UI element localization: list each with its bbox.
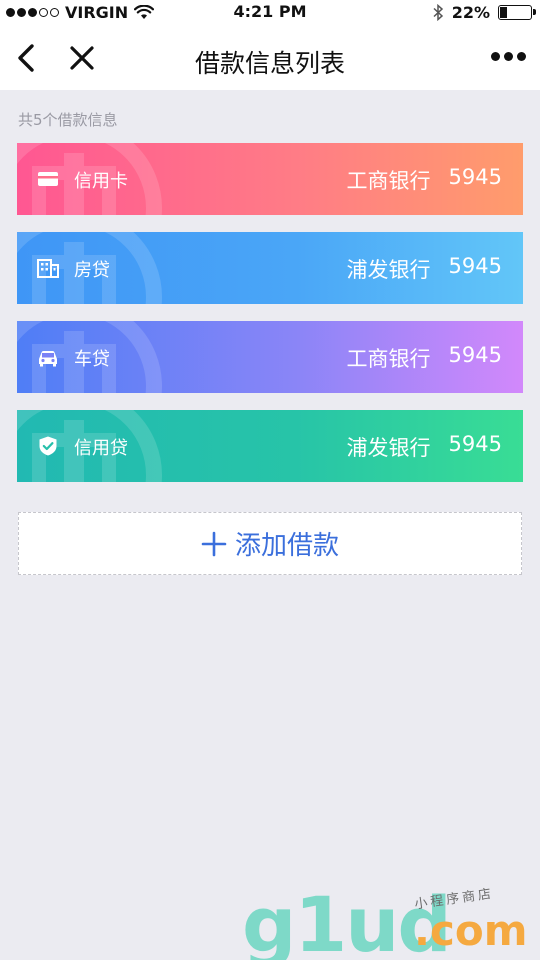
loan-bank: 工商银行 — [346, 169, 431, 193]
more-dots-icon — [491, 52, 500, 61]
loan-count-label: 共5个借款信息 — [18, 111, 118, 129]
loan-details: 工商银行 5945 — [347, 343, 502, 373]
signal-dot — [28, 8, 37, 17]
building-icon — [37, 259, 59, 278]
loan-type: 车贷 — [74, 349, 110, 370]
status-left: VIRGIN — [6, 3, 155, 22]
loan-details: 浦发银行 5945 — [347, 432, 502, 462]
chevron-left-icon — [18, 44, 34, 72]
loan-bank: 工商银行 — [346, 347, 431, 371]
loan-card-credit-loan[interactable]: 信用贷 浦发银行 5945 — [17, 410, 523, 482]
back-button[interactable] — [10, 40, 46, 76]
car-icon — [39, 351, 57, 367]
signal-strength-icon — [6, 8, 59, 17]
close-icon — [70, 46, 94, 70]
battery-level — [500, 7, 508, 18]
loan-details: 浦发银行 5945 — [347, 254, 502, 284]
loan-number: 5945 — [448, 432, 502, 456]
plus-icon — [201, 531, 227, 556]
battery-icon — [498, 5, 536, 20]
brand-logo-domain: .com — [414, 906, 528, 955]
more-dots-icon — [504, 52, 513, 61]
screen: VIRGIN 4:21 PM 22% 借款信息列表 共5个借款信息 信用卡 工商… — [0, 0, 540, 960]
signal-dot — [6, 8, 15, 17]
loan-card-credit-card[interactable]: 信用卡 工商银行 5945 — [17, 143, 523, 215]
loan-card-mortgage[interactable]: 房贷 浦发银行 5945 — [17, 232, 523, 304]
card-icon — [38, 172, 58, 186]
loan-bank: 浦发银行 — [346, 436, 431, 460]
signal-dot — [39, 8, 48, 17]
carrier-name: VIRGIN — [65, 3, 129, 22]
wifi-icon — [134, 5, 155, 19]
loan-number: 5945 — [448, 165, 502, 189]
brand-logo: g1ud 小程序商店 .com — [242, 880, 532, 960]
add-loan-button[interactable]: 添加借款 — [18, 512, 522, 575]
loan-number: 5945 — [448, 343, 502, 367]
loan-number: 5945 — [448, 254, 502, 278]
bluetooth-icon — [433, 4, 443, 21]
shield-check-icon — [39, 436, 57, 456]
more-button[interactable] — [491, 52, 526, 61]
loan-card-car-loan[interactable]: 车贷 工商银行 5945 — [17, 321, 523, 393]
battery-percent: 22% — [451, 3, 490, 22]
status-right: 22% — [433, 3, 536, 22]
signal-dot — [17, 8, 26, 17]
loan-type: 信用贷 — [74, 438, 128, 459]
close-button[interactable] — [64, 40, 100, 76]
more-dots-icon — [517, 52, 526, 61]
add-loan-label: 添加借款 — [234, 531, 339, 561]
status-bar: VIRGIN 4:21 PM 22% — [0, 0, 540, 26]
loan-details: 工商银行 5945 — [347, 165, 502, 195]
loan-bank: 浦发银行 — [346, 258, 431, 282]
loan-type: 信用卡 — [74, 171, 128, 192]
loan-type: 房贷 — [74, 260, 110, 281]
signal-dot — [50, 8, 59, 17]
nav-bar: 借款信息列表 — [0, 26, 540, 90]
